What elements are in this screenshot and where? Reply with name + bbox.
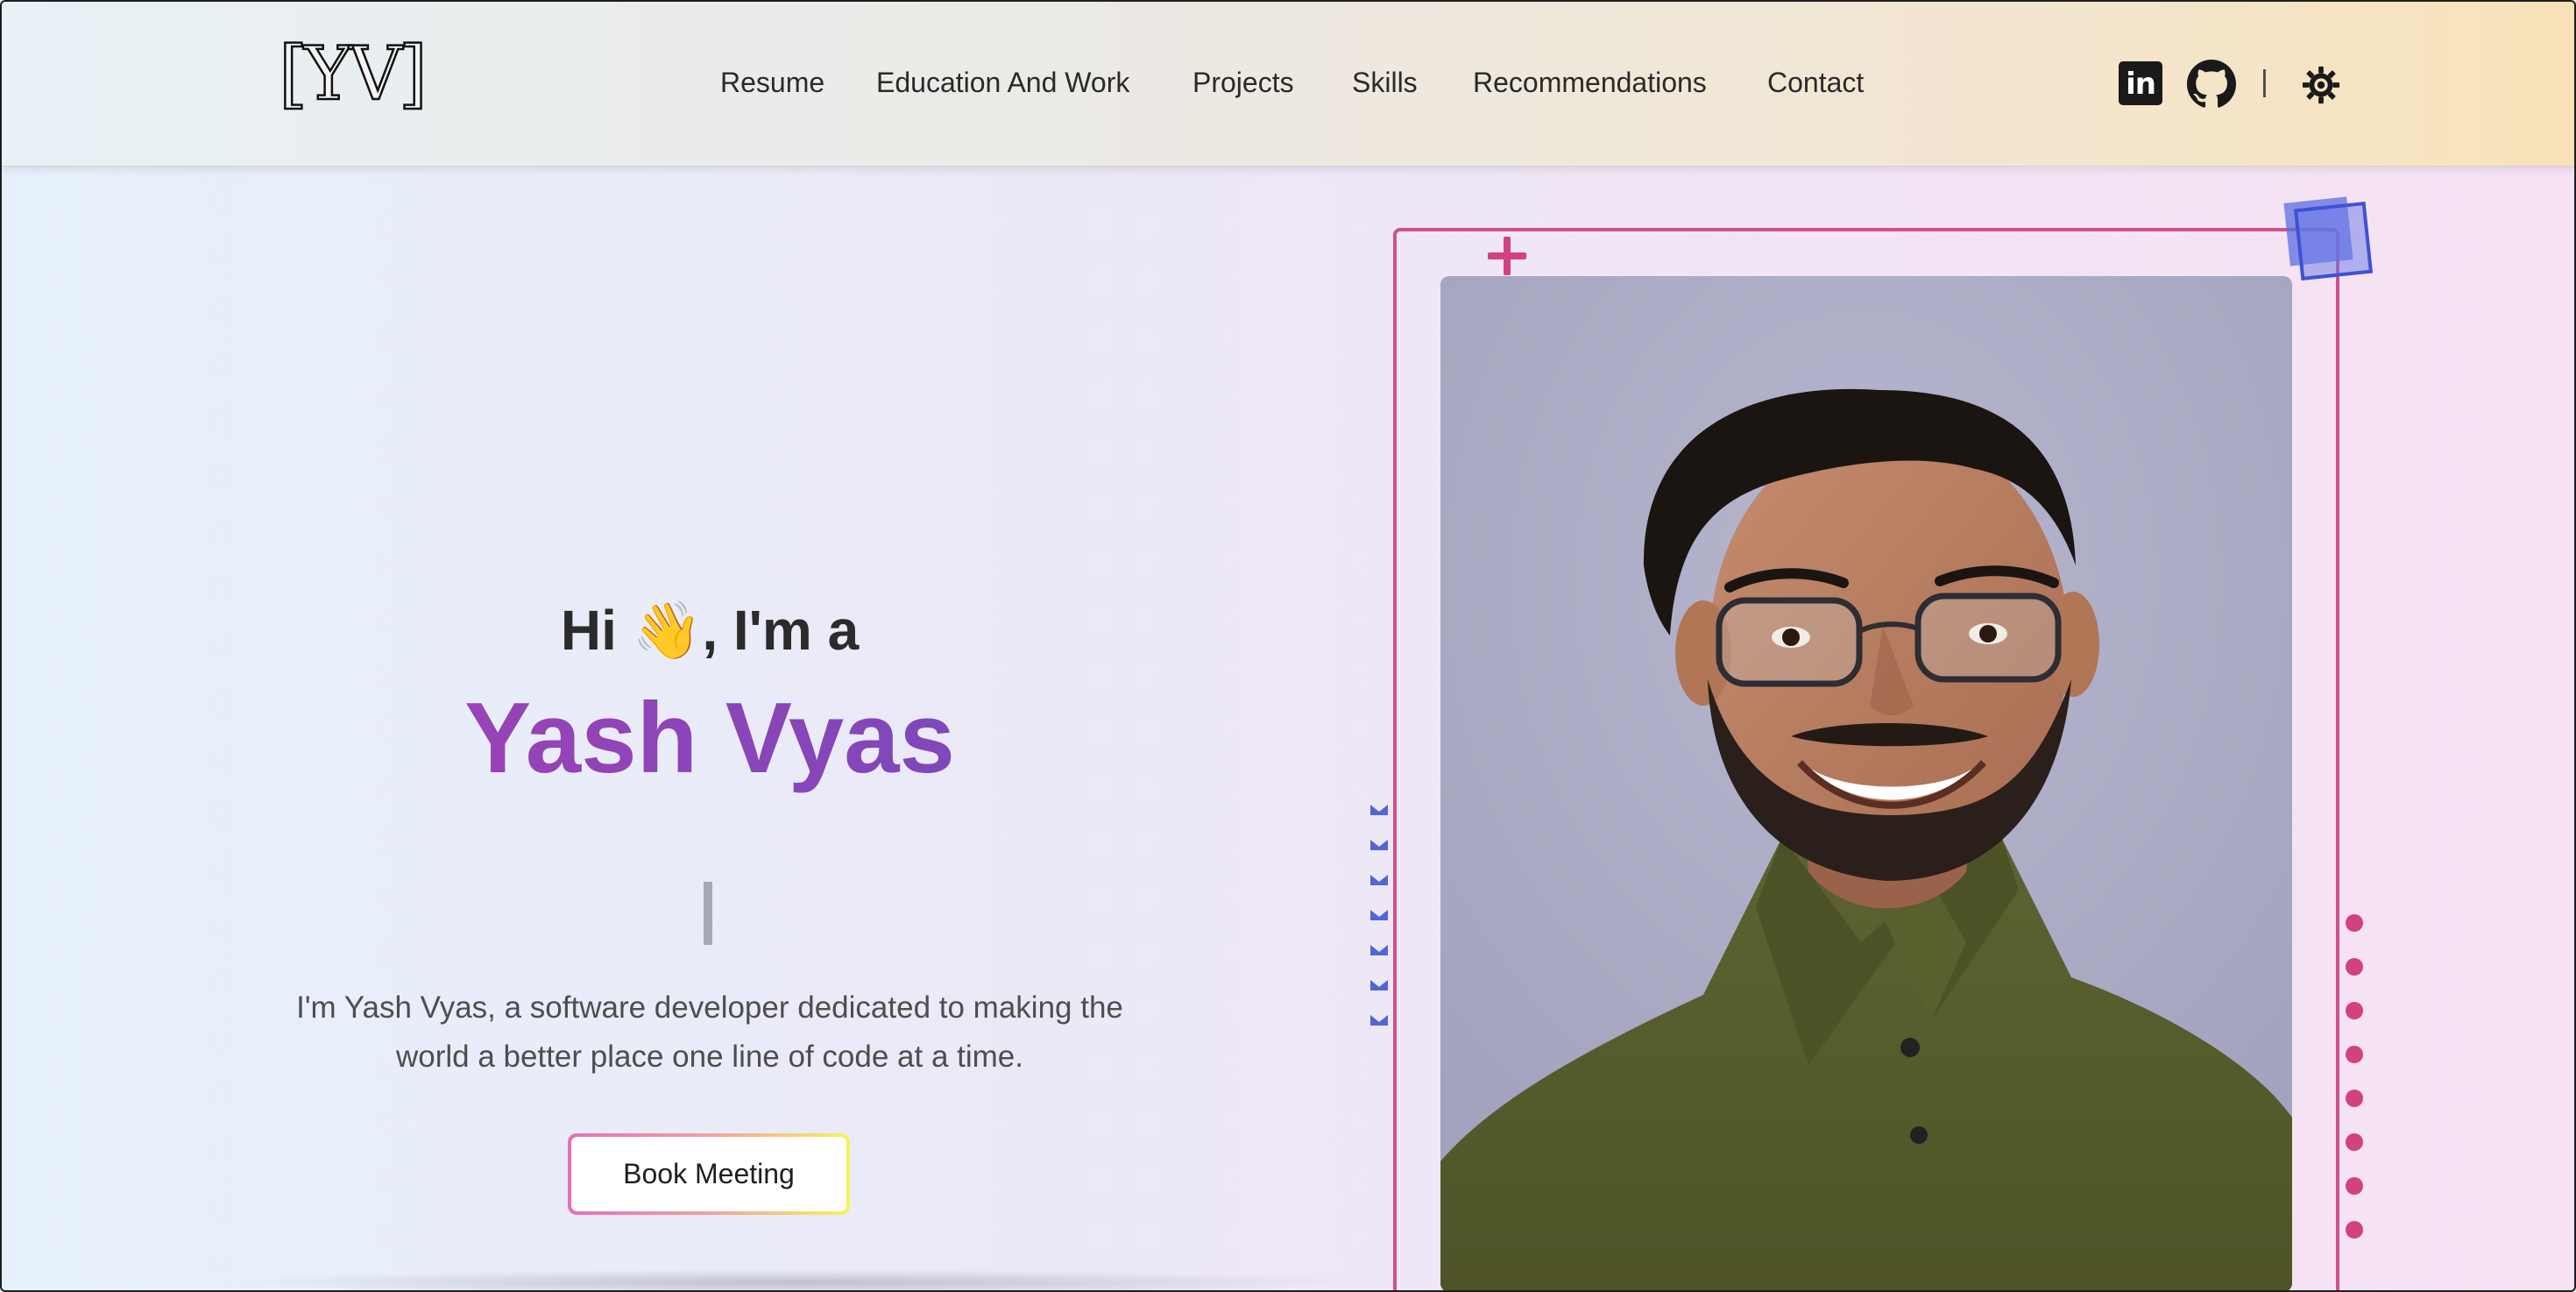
- typing-cursor: [704, 882, 712, 945]
- hero-tagline: I'm Yash Vyas, a software developer dedi…: [224, 983, 1195, 1082]
- book-meeting-label: Book Meeting: [571, 1137, 846, 1211]
- nav-projects[interactable]: Projects: [1192, 67, 1294, 99]
- linkedin-icon[interactable]: in: [2119, 61, 2162, 105]
- squares-decoration: [2283, 196, 2374, 280]
- nav-recommendations[interactable]: Recommendations: [1473, 67, 1707, 99]
- nav-resume[interactable]: Resume: [720, 67, 824, 99]
- profile-photo: [1440, 276, 2292, 1292]
- nav-skills[interactable]: Skills: [1352, 67, 1418, 99]
- dots-decoration: [2346, 914, 2363, 1239]
- book-meeting-button[interactable]: Book Meeting: [568, 1133, 850, 1215]
- sun-gear-icon[interactable]: [2301, 65, 2341, 105]
- nav-contact[interactable]: Contact: [1767, 67, 1864, 99]
- hero-tagline-line-1: I'm Yash Vyas, a software developer dedi…: [296, 990, 1123, 1025]
- profile-photo-illustration: [1440, 276, 2292, 1292]
- chevrons-decoration: [1370, 805, 1388, 1026]
- nav-education-and-work[interactable]: Education And Work: [876, 67, 1129, 99]
- header-separator: |: [2261, 65, 2268, 98]
- site-logo[interactable]: [YV]: [278, 32, 428, 116]
- github-icon[interactable]: [2187, 60, 2236, 109]
- hero-greeting: Hi 👋, I'm a: [560, 599, 860, 662]
- hero-tagline-line-2: world a better place one line of code at…: [396, 1040, 1023, 1074]
- section-shadow: [228, 1269, 1367, 1292]
- plus-decoration: [1486, 235, 1528, 277]
- site-header: [YV] Resume Education And Work Projects …: [0, 0, 2576, 167]
- hero-name: Yash Vyas: [0, 682, 1419, 796]
- linkedin-glyph: in: [2126, 67, 2156, 102]
